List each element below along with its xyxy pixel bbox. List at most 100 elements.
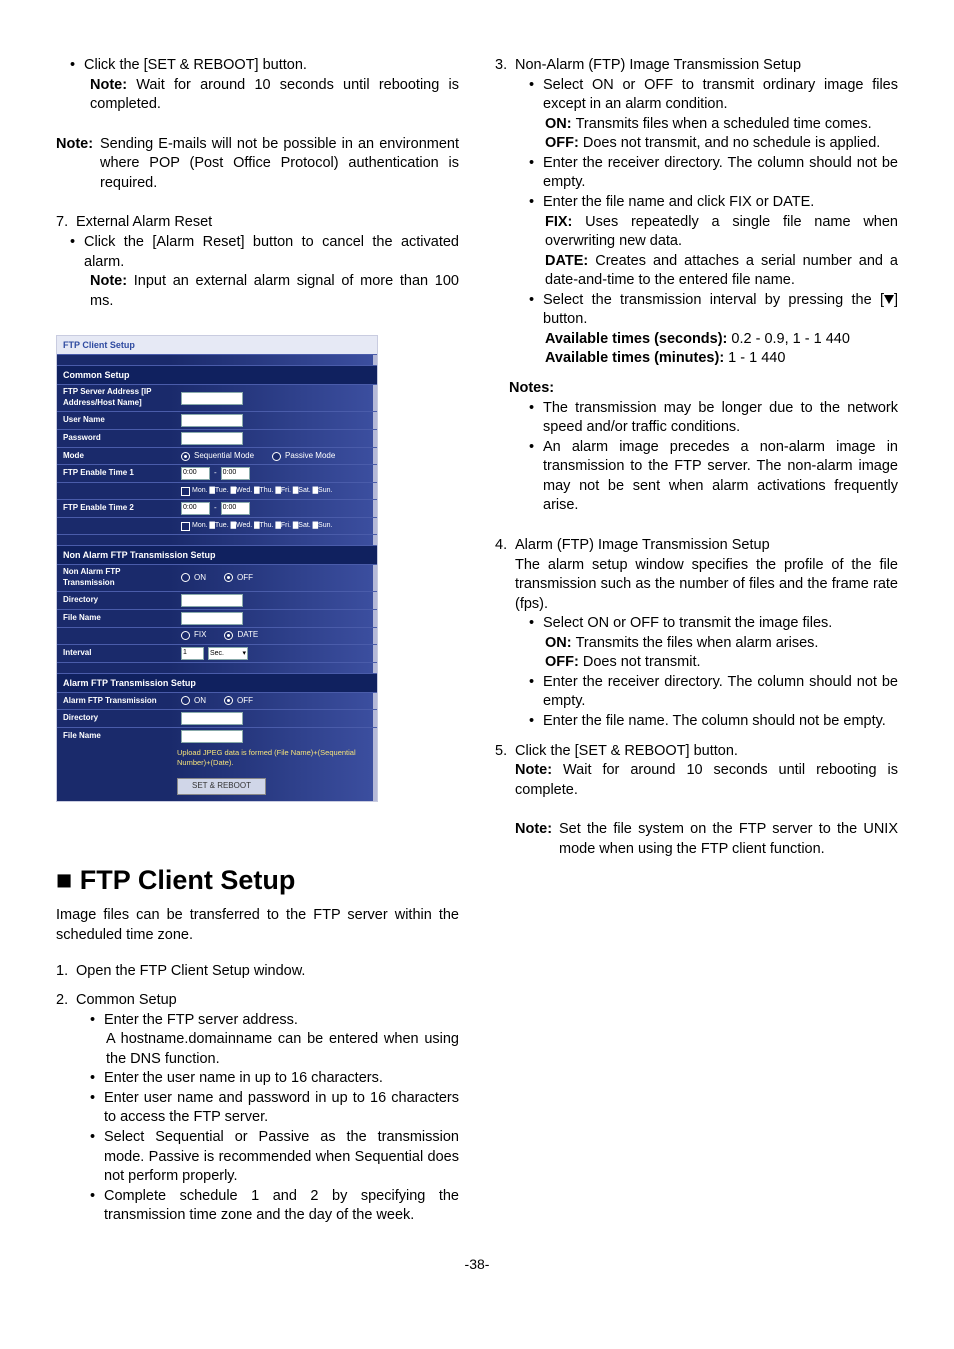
label: File Name — [57, 729, 177, 744]
note-label: Note: — [515, 762, 563, 778]
note-label: Note: — [56, 135, 100, 194]
bullet-dot-icon: • — [90, 1069, 104, 1089]
row-al-dir: Directory — [57, 709, 377, 727]
bullet-dot-icon: • — [529, 76, 543, 115]
notes-b1: • The transmission may be longer due to … — [495, 399, 898, 438]
step-3-off: OFF: Does not transmit, and no schedule … — [495, 134, 898, 154]
step-7-bullet: • Click the [Alarm Reset] button to canc… — [56, 233, 459, 272]
bullet-dot-icon: • — [90, 1128, 104, 1187]
al-directory-input[interactable] — [181, 712, 243, 725]
al-off-radio[interactable] — [224, 696, 233, 705]
password-input[interactable] — [181, 432, 243, 445]
unit-label: Sec. — [210, 649, 224, 658]
step-number: 5. — [495, 742, 515, 762]
set-and-reboot-button[interactable]: SET & REBOOT — [177, 778, 266, 795]
step-2-b3: • Enter user name and password in up to … — [56, 1089, 459, 1128]
step-2: 2. Common Setup — [56, 991, 459, 1011]
on-label: ON — [194, 696, 206, 707]
row-al-filename: File Name — [57, 727, 377, 745]
step-number: 4. — [495, 536, 515, 556]
time1-to[interactable]: 0:00 — [221, 467, 250, 480]
bullet-dot-icon: • — [529, 291, 543, 330]
step-2-b2: • Enter the user name in up to 16 charac… — [56, 1069, 459, 1089]
bullet-dot-icon: • — [70, 56, 84, 76]
label: User Name — [57, 413, 177, 428]
note-pop: Note: Sending E-mails will not be possib… — [56, 135, 459, 194]
row-al-transmission: Alarm FTP Transmission ON OFF — [57, 692, 377, 709]
text: Transmits files when a scheduled time co… — [576, 116, 872, 132]
al-filename-input[interactable] — [181, 730, 243, 743]
text: Transmits the files when alarm arises. — [576, 635, 819, 651]
al-on-radio[interactable] — [181, 696, 190, 705]
chevron-down-icon: ▾ — [242, 649, 246, 658]
step-3-b1: • Select ON or OFF to transmit ordinary … — [495, 76, 898, 115]
na-off-radio[interactable] — [224, 573, 233, 582]
text: Click the [SET & REBOOT] button. — [84, 56, 307, 76]
step-3-b2: • Enter the receiver directory. The colu… — [495, 154, 898, 193]
mode-sequential-radio[interactable] — [181, 452, 190, 461]
step-5: 5. Click the [SET & REBOOT] button. — [495, 742, 898, 762]
date-label: DATE — [237, 630, 258, 641]
step-text: Open the FTP Client Setup window. — [76, 962, 305, 982]
fix-radio[interactable] — [181, 631, 190, 640]
two-columns: • Click the [SET & REBOOT] button. Note:… — [56, 56, 898, 1226]
row-mode: Mode Sequential Mode Passive Mode — [57, 447, 377, 464]
interval-unit-select[interactable]: Sec. ▾ — [208, 647, 248, 660]
mode-passive-radio[interactable] — [272, 452, 281, 461]
text: Set the file system on the FTP server to… — [559, 820, 898, 859]
text: The transmission may be longer due to th… — [543, 399, 898, 438]
row-enable-time-2: FTP Enable Time 2 0:00 - 0:00 — [57, 499, 377, 517]
na-directory-input[interactable] — [181, 594, 243, 607]
panel-title: FTP Client Setup — [57, 336, 377, 354]
row-na-filename: File Name — [57, 609, 377, 627]
ftp-client-setup-heading: ■ FTP Client Setup — [56, 862, 459, 898]
label: Directory — [57, 711, 177, 726]
day-checkbox[interactable] — [181, 522, 190, 531]
text: Does not transmit. — [583, 654, 701, 670]
value: 0.2 - 0.9, 1 - 1 440 — [727, 331, 850, 347]
mode-passive-label: Passive Mode — [285, 451, 335, 462]
text: Enter the receiver directory. The column… — [543, 154, 898, 193]
page-number: -38- — [56, 1256, 898, 1272]
bullet-dot-icon: • — [90, 1187, 104, 1226]
text: An alarm image precedes a non-alarm imag… — [543, 438, 898, 516]
text: Select the transmission interval by pres… — [543, 291, 898, 330]
notes-b2: • An alarm image precedes a non-alarm im… — [495, 438, 898, 516]
row-enable-time-1: FTP Enable Time 1 0:00 - 0:00 — [57, 464, 377, 482]
dash: - — [214, 503, 217, 514]
note-label: Note: — [515, 820, 559, 859]
note-reboot: Note: Wait for around 10 seconds until r… — [56, 76, 459, 115]
interval-value-input[interactable]: 1 — [181, 647, 204, 660]
text: Complete schedule 1 and 2 by specifying … — [104, 1187, 459, 1226]
section-nonalarm: Non Alarm FTP Transmission Setup — [57, 545, 377, 564]
bullet-dot-icon: • — [529, 154, 543, 193]
label: FTP Enable Time 1 — [57, 466, 177, 481]
date-radio[interactable] — [224, 631, 233, 640]
server-address-input[interactable] — [181, 392, 243, 405]
bullet-dot-icon: • — [529, 399, 543, 438]
text: Enter the user name in up to 16 characte… — [104, 1069, 383, 1089]
time1-from[interactable]: 0:00 — [181, 467, 210, 480]
step-number: 3. — [495, 56, 515, 76]
text: Uses repeatedly a single file name when … — [545, 214, 898, 250]
on-label: ON — [194, 573, 206, 584]
step-text: Non-Alarm (FTP) Image Transmission Setup — [515, 56, 801, 76]
time2-to[interactable]: 0:00 — [221, 502, 250, 515]
bullet-dot-icon: • — [529, 673, 543, 712]
notes-header: Notes: — [495, 379, 898, 399]
na-on-radio[interactable] — [181, 573, 190, 582]
time2-from[interactable]: 0:00 — [181, 502, 210, 515]
note-label: Note: — [90, 273, 134, 289]
step-3-date: DATE: Creates and attaches a serial numb… — [495, 252, 898, 291]
username-input[interactable] — [181, 414, 243, 427]
bullet-dot-icon: • — [90, 1089, 104, 1128]
day-checkbox[interactable] — [181, 487, 190, 496]
step-number: 1. — [56, 962, 76, 982]
text: Wait for around 10 seconds until rebooti… — [515, 762, 898, 798]
fix-label: FIX — [194, 630, 206, 641]
step-4-on: ON: Transmits the files when alarm arise… — [495, 634, 898, 654]
step-3-b3: • Enter the file name and click FIX or D… — [495, 193, 898, 213]
text: Enter the file name. The column should n… — [543, 712, 886, 732]
label: Password — [57, 431, 177, 446]
na-filename-input[interactable] — [181, 612, 243, 625]
